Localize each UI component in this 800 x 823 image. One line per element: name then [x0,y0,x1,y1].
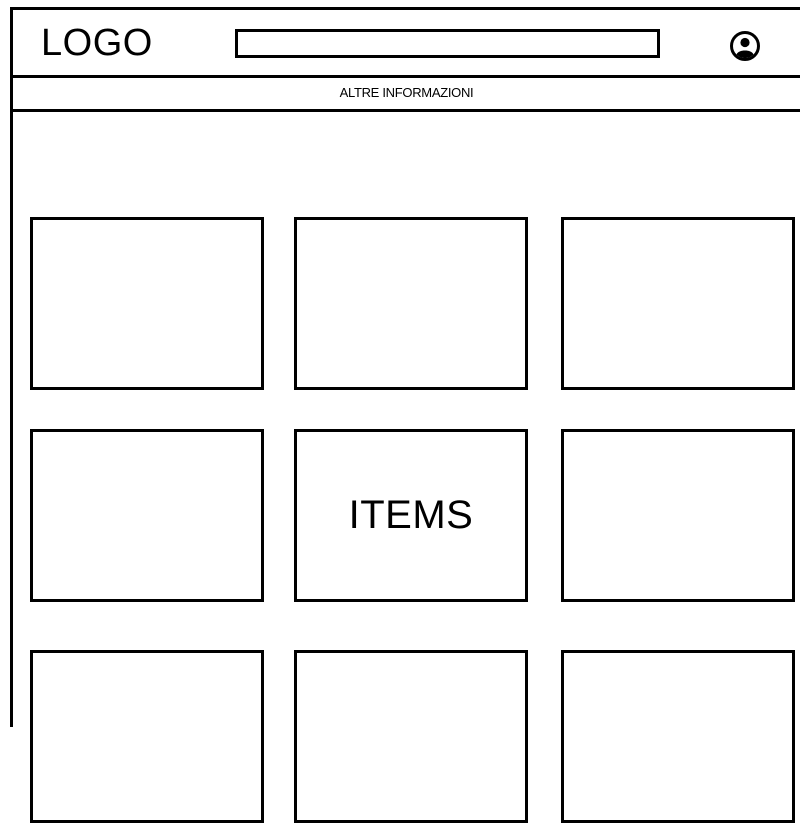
grid-item[interactable] [30,429,264,602]
grid-item[interactable] [30,650,264,823]
grid-item[interactable] [561,650,795,823]
info-bar-link[interactable]: ALTRE INFORMAZIONI [13,85,800,101]
user-circle-icon [730,31,760,61]
header: LOGO [13,10,800,78]
account-button[interactable] [729,30,761,62]
grid-item[interactable] [294,650,528,823]
info-bar: ALTRE INFORMAZIONI [13,78,800,112]
grid-item[interactable] [561,429,795,602]
search-input[interactable] [235,29,660,58]
grid-item[interactable]: ITEMS [294,429,528,602]
grid-item-label: ITEMS [348,493,474,537]
grid-item[interactable] [30,217,264,390]
page-frame: LOGO ALTRE INFORMAZIONI ITEMS [10,7,800,823]
logo[interactable]: LOGO [41,21,153,65]
grid-item[interactable] [561,217,795,390]
grid-item[interactable] [294,217,528,390]
